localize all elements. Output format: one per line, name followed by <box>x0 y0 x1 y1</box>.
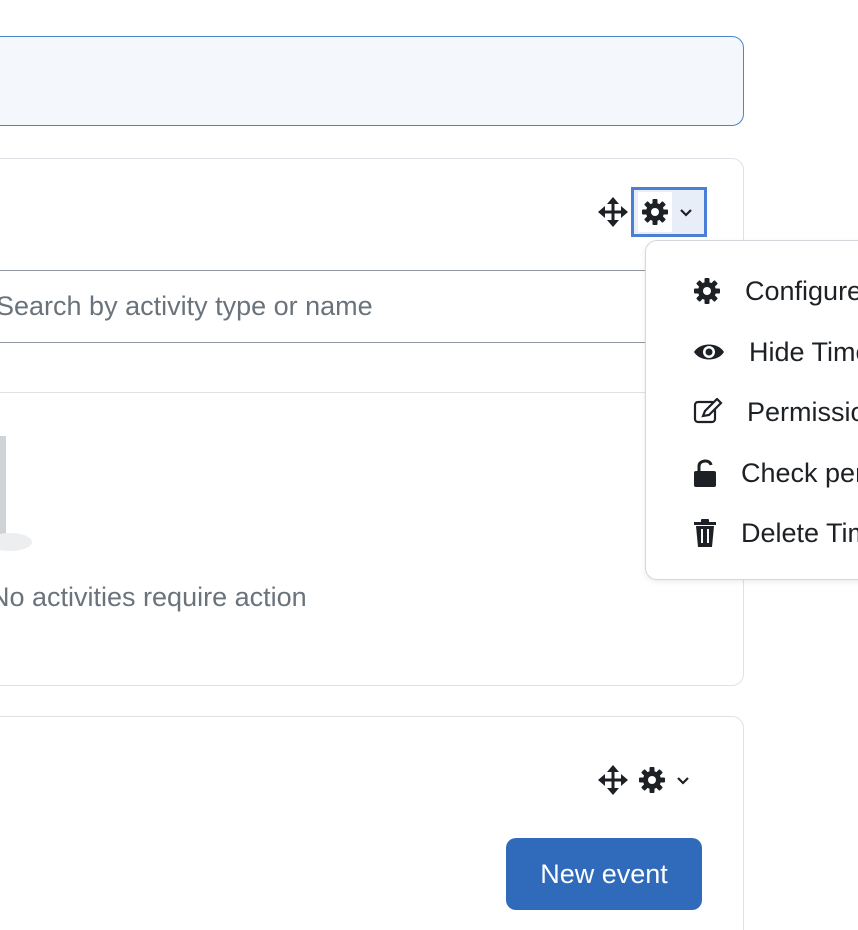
move-icon[interactable] <box>595 760 631 800</box>
menu-item-label: Hide Timeline block <box>749 336 858 367</box>
timeline-divider <box>0 392 744 393</box>
new-event-button[interactable]: New event <box>506 838 702 910</box>
menu-item-label: Check permissions in Timeline block <box>741 457 858 488</box>
timeline-search-input[interactable] <box>0 278 696 334</box>
course-overview-banner <box>0 36 744 126</box>
block-actions-button[interactable] <box>631 187 707 237</box>
chevron-down-icon <box>672 192 700 232</box>
empty-state-illustration <box>0 436 34 556</box>
edit-icon <box>693 398 723 426</box>
gear-icon <box>638 192 672 232</box>
empty-state-text: No activities require action <box>0 582 307 612</box>
block-controls <box>595 755 701 805</box>
menu-item-label: Delete Timeline block <box>741 517 858 548</box>
menu-item-configure[interactable]: Configure Timeline block <box>646 261 858 321</box>
unlock-icon <box>693 458 717 488</box>
eye-icon <box>693 341 725 363</box>
block-controls <box>595 187 707 237</box>
gear-icon <box>693 277 721 305</box>
move-icon[interactable] <box>595 192 631 232</box>
menu-item-label: Permissions in Timeline block <box>747 396 858 427</box>
menu-item-delete[interactable]: Delete Timeline block <box>646 503 858 563</box>
menu-item-label: Configure Timeline block <box>745 275 858 306</box>
menu-item-hide[interactable]: Hide Timeline block <box>646 322 858 382</box>
block-actions-menu: Configure Timeline block Hide Timeline b… <box>645 240 858 580</box>
block-actions-button[interactable] <box>631 755 701 805</box>
menu-item-check-permissions[interactable]: Check permissions in Timeline block <box>646 443 858 503</box>
gear-icon <box>635 760 669 800</box>
chevron-down-icon <box>669 760 697 800</box>
trash-icon <box>693 518 717 548</box>
menu-item-permissions[interactable]: Permissions in Timeline block <box>646 382 858 442</box>
dashboard-page: No activities require action <box>0 0 858 930</box>
